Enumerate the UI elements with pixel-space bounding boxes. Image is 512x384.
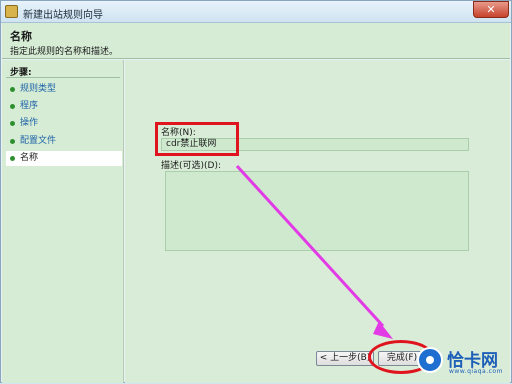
- watermark-url: www.qiaqa.com: [449, 368, 503, 375]
- watermark-logo: 恰卡网 www.qiaqa.com: [405, 331, 512, 384]
- wizard-window: 新建出站规则向导 ✕ 名称 指定此规则的名称和描述。 步骤: 规则类型 程序 操…: [0, 0, 512, 383]
- logo-icon: [417, 347, 443, 373]
- annotation-arrow: [235, 164, 393, 339]
- back-button[interactable]: < 上一步(B): [316, 351, 374, 366]
